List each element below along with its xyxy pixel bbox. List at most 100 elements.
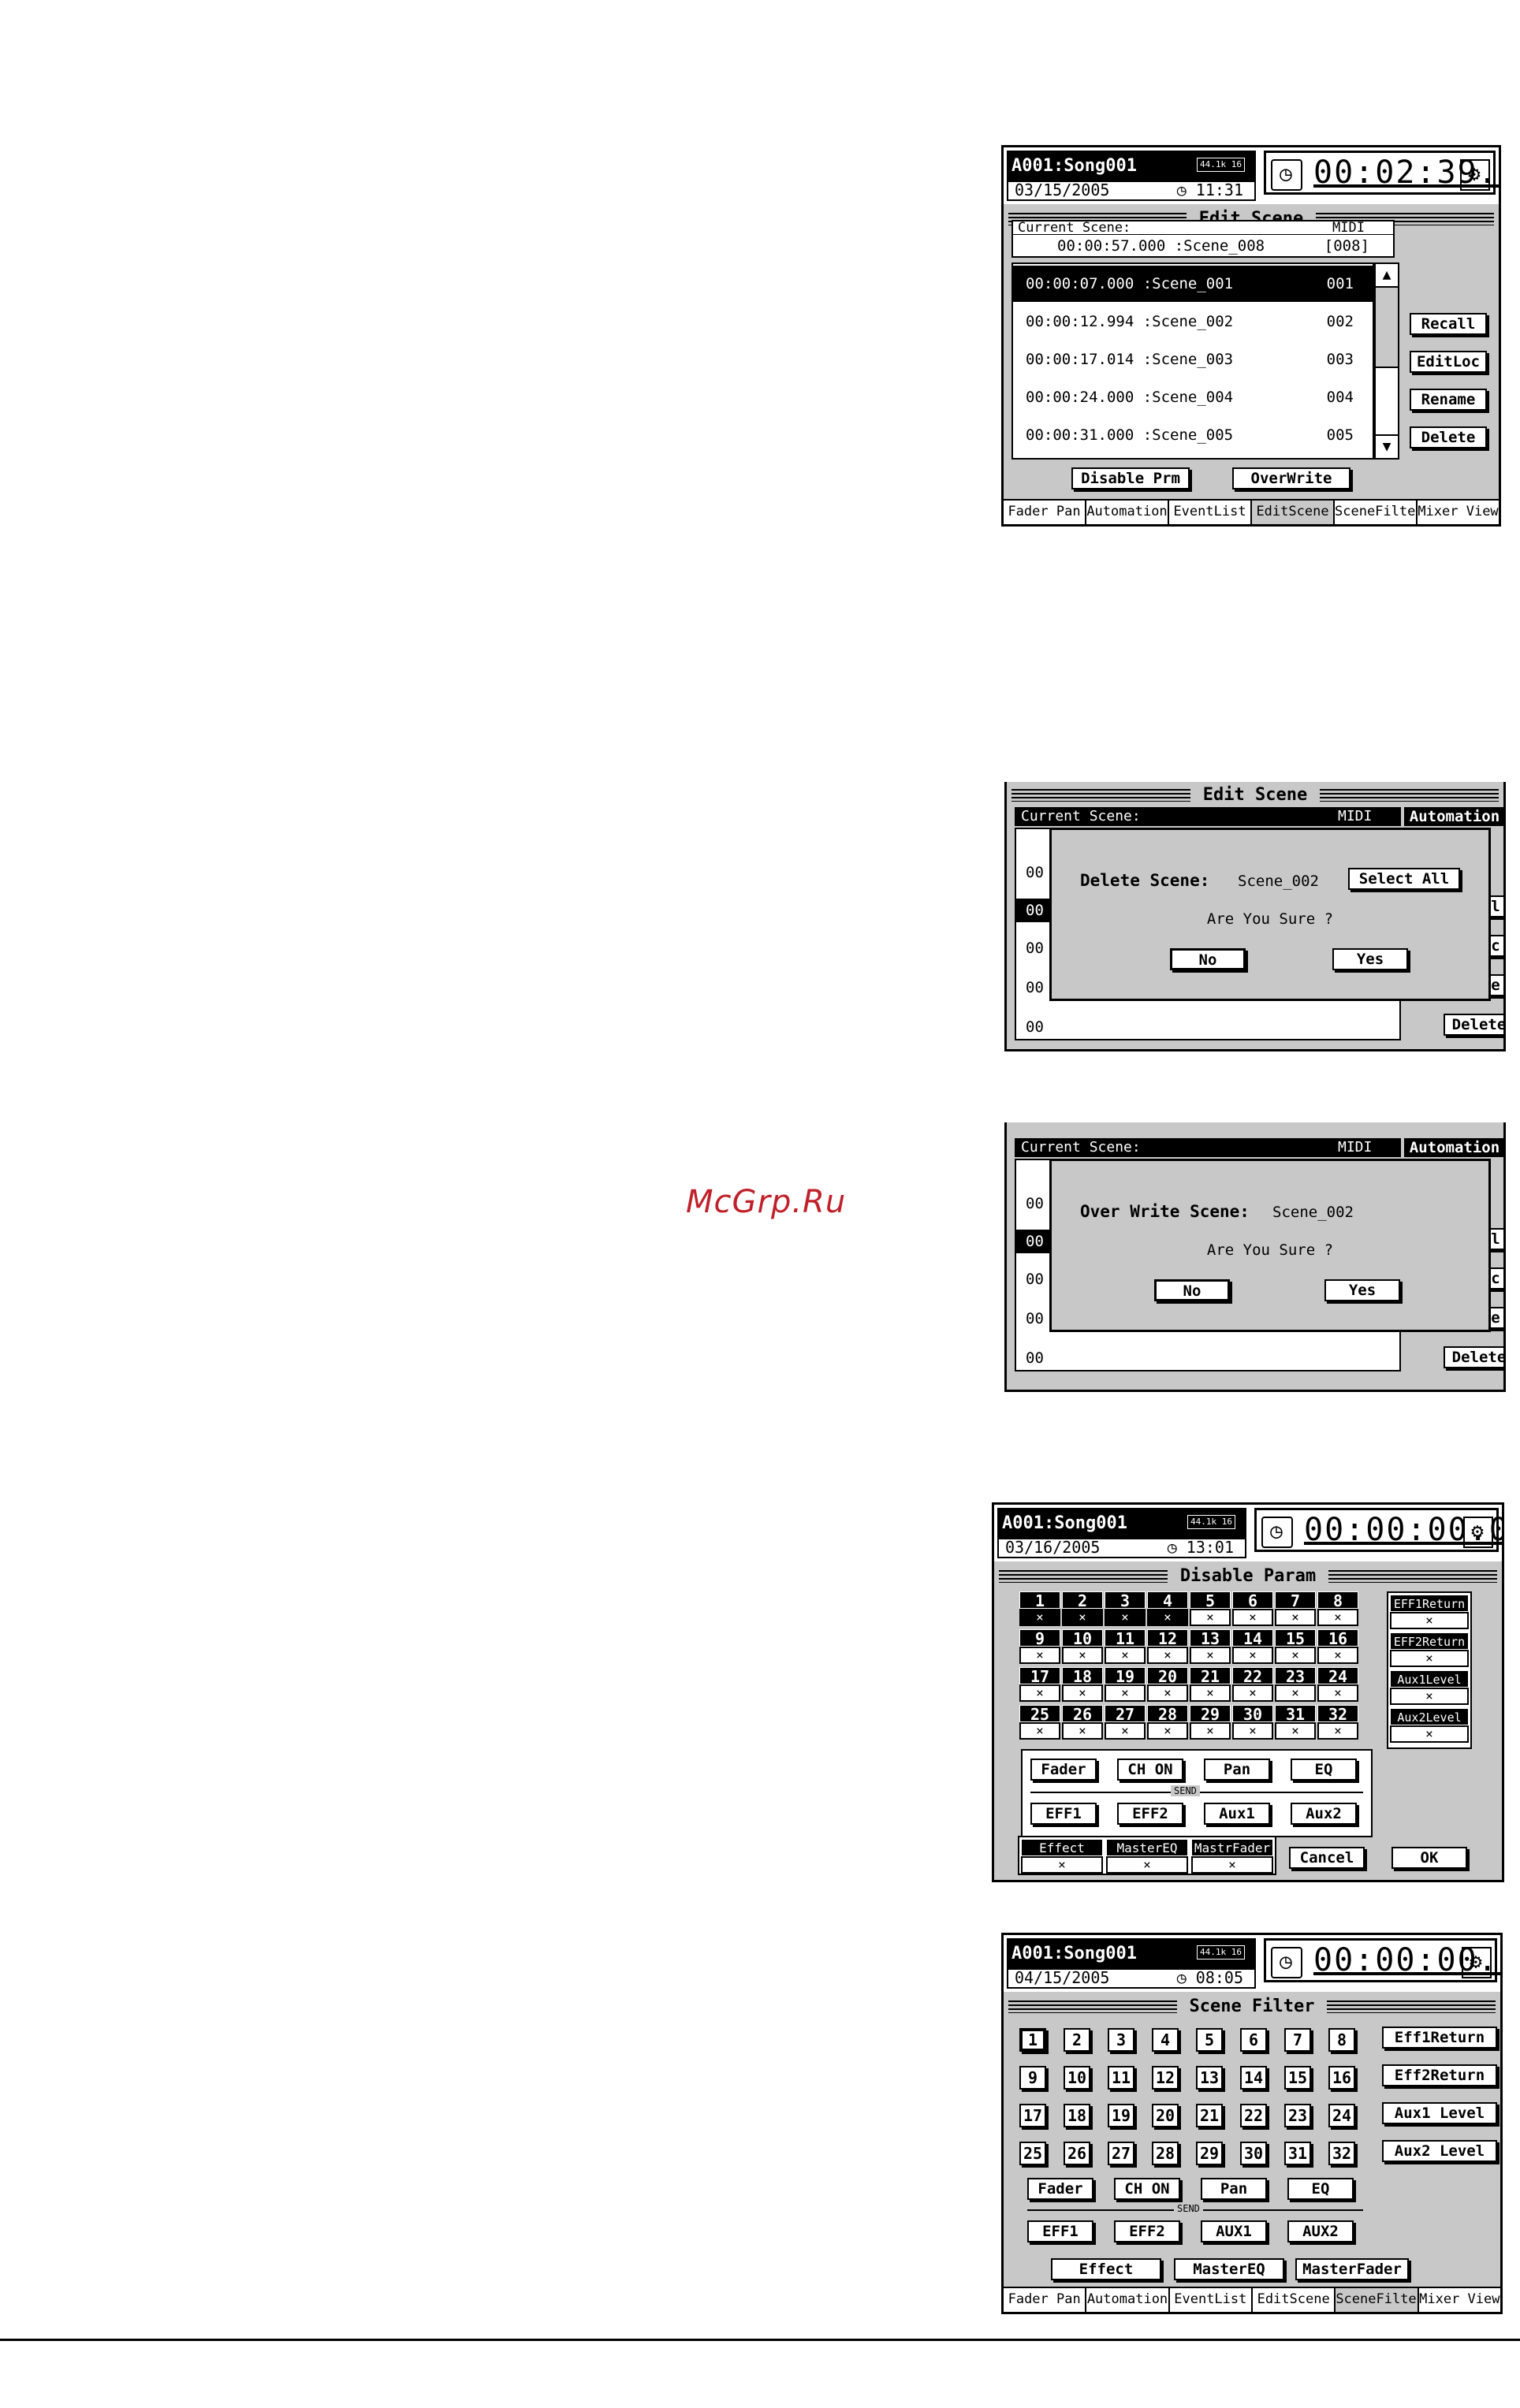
aux2-button[interactable]: Aux2 [1291,1803,1357,1825]
yes-button[interactable]: Yes [1332,948,1408,970]
list-item[interactable]: 00:00:12.994 :Scene_002 002 [1013,303,1373,340]
channel-disable-toggle[interactable]: × [1147,1722,1188,1740]
channel-disable-toggle[interactable]: × [1147,1647,1188,1664]
eff1return-button[interactable]: Eff1Return [1382,2027,1497,2049]
return-level-toggle[interactable]: × [1390,1725,1469,1743]
channel-disable-toggle[interactable]: × [1062,1722,1103,1740]
pan-button[interactable]: Pan [1201,2178,1267,2200]
tab-editscene[interactable]: EditScene [1253,2288,1336,2312]
eff1-button[interactable]: EFF1 [1030,1803,1097,1825]
eff2-button[interactable]: EFF2 [1117,1803,1183,1825]
eq-button[interactable]: EQ [1287,2178,1354,2200]
scene-list[interactable]: 00:00:07.000 :Scene_001 001 00:00:12.994 … [1011,262,1374,460]
return-level-toggle[interactable]: × [1390,1612,1469,1629]
channel-filter-button[interactable]: 9 [1019,2066,1046,2090]
channel-disable-toggle[interactable]: × [1019,1647,1060,1664]
overwrite-button[interactable]: OverWrite [1232,467,1350,489]
channel-disable-toggle[interactable]: × [1317,1684,1358,1702]
channel-disable-toggle[interactable]: × [1105,1609,1146,1626]
channel-disable-toggle[interactable]: × [1317,1647,1358,1664]
eff2return-button[interactable]: Eff2Return [1382,2064,1497,2086]
channel-filter-button[interactable]: 16 [1328,2066,1355,2090]
scroll-thumb[interactable] [1376,288,1398,368]
partial-delete-button[interactable]: Delete [1444,1346,1503,1368]
channel-filter-button[interactable]: 26 [1064,2142,1090,2165]
channel-filter-button[interactable]: 22 [1240,2104,1267,2127]
list-item[interactable]: 00:00:07.000 :Scene_001 001 [1013,266,1373,302]
channel-disable-toggle[interactable]: × [1019,1722,1060,1740]
time-counter[interactable]: ◷00:02:39.621⚙ [1264,151,1499,195]
channel-disable-toggle[interactable]: × [1190,1647,1231,1664]
channel-disable-toggle[interactable]: × [1190,1609,1231,1626]
list-item[interactable]: 00:00:17.014 :Scene_003 003 [1013,341,1373,378]
return-level-toggle[interactable]: × [1390,1688,1469,1705]
channel-disable-toggle[interactable]: × [1275,1722,1316,1740]
channel-disable-toggle[interactable]: × [1317,1722,1358,1740]
channel-filter-button[interactable]: 10 [1064,2066,1090,2090]
eff2-button[interactable]: EFF2 [1114,2220,1180,2242]
channel-disable-toggle[interactable]: × [1147,1609,1188,1626]
channel-filter-button[interactable]: 23 [1284,2104,1311,2127]
aux1-button[interactable]: AUX1 [1201,2220,1267,2242]
channel-filter-button[interactable]: 7 [1284,2028,1311,2052]
scroll-up-icon[interactable]: ▲ [1376,264,1398,288]
ch-on-button[interactable]: CH ON [1117,1759,1183,1781]
aux2-level-button[interactable]: Aux2 Level [1382,2140,1497,2162]
channel-disable-toggle[interactable]: × [1105,1684,1146,1702]
channel-filter-button[interactable]: 3 [1108,2028,1134,2052]
channel-filter-button[interactable]: 15 [1284,2066,1311,2090]
eq-button[interactable]: EQ [1291,1759,1357,1781]
return-level-toggle[interactable]: × [1390,1650,1469,1667]
effect-toggle[interactable]: × [1021,1856,1103,1874]
channel-filter-button[interactable]: 13 [1196,2066,1223,2090]
channel-disable-toggle[interactable]: × [1147,1684,1188,1702]
fader-button[interactable]: Fader [1030,1759,1097,1781]
channel-filter-button[interactable]: 21 [1196,2104,1223,2127]
channel-filter-button[interactable]: 1 [1019,2028,1046,2052]
channel-filter-button[interactable]: 4 [1152,2028,1179,2052]
channel-filter-button[interactable]: 28 [1152,2142,1179,2165]
settings-icon[interactable]: ⚙ [1463,1517,1493,1548]
channel-filter-button[interactable]: 24 [1328,2104,1355,2127]
channel-filter-button[interactable]: 29 [1196,2142,1223,2165]
aux2-button[interactable]: AUX2 [1287,2220,1354,2242]
no-button[interactable]: No [1170,948,1246,970]
partial-delete-button[interactable]: Delete [1444,1014,1503,1036]
channel-filter-button[interactable]: 11 [1108,2066,1134,2090]
fader-button[interactable]: Fader [1027,2178,1093,2200]
aux1-button[interactable]: Aux1 [1204,1803,1270,1825]
eff1-button[interactable]: EFF1 [1027,2220,1093,2242]
channel-disable-toggle[interactable]: × [1232,1722,1273,1740]
channel-disable-toggle[interactable]: × [1062,1609,1103,1626]
time-counter[interactable]: ◷00:00:00.000⚙ [1264,1938,1500,1982]
channel-disable-toggle[interactable]: × [1275,1684,1316,1702]
channel-filter-button[interactable]: 18 [1064,2104,1090,2127]
channel-filter-button[interactable]: 27 [1108,2142,1134,2165]
tab-editscene[interactable]: EditScene [1252,501,1335,524]
channel-disable-toggle[interactable]: × [1232,1609,1273,1626]
tab-mixer-view[interactable]: Mixer View [1419,2288,1500,2312]
time-counter[interactable]: ◷00:00:00.000⚙ [1254,1508,1502,1552]
channel-disable-toggle[interactable]: × [1190,1722,1231,1740]
mastereq-toggle[interactable]: × [1106,1856,1188,1874]
channel-filter-button[interactable]: 12 [1152,2066,1179,2090]
channel-filter-button[interactable]: 8 [1328,2028,1355,2052]
tab-mixer-view[interactable]: Mixer View [1418,501,1499,524]
channel-disable-toggle[interactable]: × [1019,1684,1060,1702]
channel-filter-button[interactable]: 19 [1108,2104,1134,2127]
channel-disable-toggle[interactable]: × [1275,1647,1316,1664]
tab-scenefilter[interactable]: SceneFilter [1336,2288,1419,2312]
channel-disable-toggle[interactable]: × [1190,1684,1231,1702]
yes-button[interactable]: Yes [1324,1279,1400,1301]
channel-filter-button[interactable]: 31 [1284,2142,1311,2165]
channel-disable-toggle[interactable]: × [1062,1684,1103,1702]
list-item[interactable]: 00:00:24.000 :Scene_004 004 [1013,379,1373,415]
tab-eventlist[interactable]: EventList [1170,2288,1253,2312]
channel-disable-toggle[interactable]: × [1019,1609,1060,1626]
ok-button[interactable]: OK [1391,1847,1467,1869]
rename-button[interactable]: Rename [1410,389,1487,411]
tab-fader-pan[interactable]: Fader Pan [1004,2288,1087,2312]
channel-filter-button[interactable]: 32 [1328,2142,1355,2165]
settings-icon[interactable]: ⚙ [1460,159,1490,191]
channel-disable-toggle[interactable]: × [1232,1684,1273,1702]
